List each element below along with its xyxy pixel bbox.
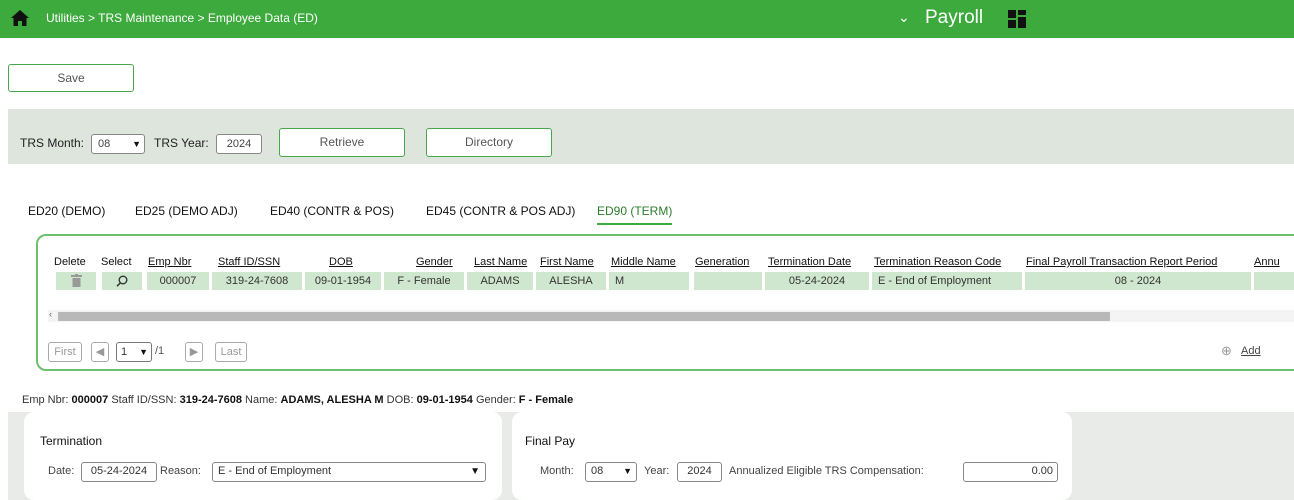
- trs-year-label: TRS Year:: [154, 136, 209, 150]
- save-button[interactable]: Save: [8, 64, 134, 92]
- tab-ed20[interactable]: ED20 (DEMO): [28, 204, 105, 218]
- select-cell[interactable]: [102, 272, 142, 290]
- column-header[interactable]: Last Name: [474, 256, 527, 268]
- termination-date-cell: 05-24-2024: [765, 272, 869, 290]
- chevron-right-icon: ▶: [189, 346, 199, 358]
- month-label: Month:: [540, 465, 574, 477]
- directory-button[interactable]: Directory: [426, 128, 552, 157]
- generation-cell: [694, 272, 762, 290]
- chevron-down-icon[interactable]: ⌄: [898, 9, 910, 26]
- last-page-button[interactable]: Last: [215, 342, 247, 362]
- emp-nbr-cell: 000007: [147, 272, 209, 290]
- tab-ed40[interactable]: ED40 (CONTR & POS): [270, 204, 394, 218]
- date-label: Date:: [48, 465, 75, 477]
- scrollbar-thumb[interactable]: [58, 312, 1110, 321]
- horizontal-scrollbar[interactable]: ‹: [48, 309, 1294, 322]
- first-name-cell: ALESHA: [536, 272, 606, 290]
- prev-page-button[interactable]: ◀: [91, 342, 109, 362]
- final-pay-month-select[interactable]: 08 ▼: [585, 462, 637, 482]
- employee-grid: Delete Select Emp Nbr Staff ID/SSN DOB G…: [36, 234, 1294, 371]
- page-select[interactable]: 1 ▼: [116, 342, 152, 362]
- add-icon[interactable]: ⊕: [1221, 343, 1232, 359]
- filter-bar: TRS Month: 08 ▼ TRS Year: 2024 Retrieve …: [8, 109, 1294, 164]
- termination-reason-select[interactable]: E - End of Employment ▼: [212, 462, 486, 482]
- column-header[interactable]: Gender: [416, 256, 453, 268]
- compensation-label: Annualized Eligible TRS Compensation:: [729, 465, 924, 477]
- column-header[interactable]: DOB: [329, 256, 353, 268]
- year-label: Year:: [644, 465, 670, 477]
- termination-panel: Termination Date: 05-24-2024 Reason: E -…: [24, 412, 502, 500]
- page-count: /1: [155, 345, 165, 357]
- column-header: Delete: [54, 256, 86, 268]
- column-header[interactable]: Termination Reason Code: [874, 256, 1001, 268]
- column-header[interactable]: Final Payroll Transaction Report Period: [1026, 256, 1217, 268]
- trs-month-select[interactable]: 08 ▼: [91, 134, 145, 154]
- scroll-left-icon[interactable]: ‹: [49, 309, 52, 319]
- chevron-down-icon: ▼: [139, 347, 148, 357]
- chevron-down-icon: ▼: [470, 466, 480, 477]
- employee-summary: Emp Nbr: 000007 Staff ID/SSN: 319-24-760…: [22, 394, 574, 406]
- middle-name-cell: M: [609, 272, 689, 290]
- trs-month-label: TRS Month:: [20, 136, 85, 150]
- final-period-cell: 08 - 2024: [1025, 272, 1251, 290]
- top-bar: Utilities > TRS Maintenance > Employee D…: [0, 0, 1294, 38]
- gender-cell: F - Female: [384, 272, 464, 290]
- add-link[interactable]: Add: [1241, 345, 1261, 357]
- tab-ed25[interactable]: ED25 (DEMO ADJ): [135, 204, 238, 218]
- tab-ed90[interactable]: ED90 (TERM): [597, 204, 673, 225]
- staff-id-cell: 319-24-7608: [212, 272, 302, 290]
- chevron-down-icon: ▼: [623, 466, 632, 476]
- tab-ed45[interactable]: ED45 (CONTR & POS ADJ): [426, 204, 575, 218]
- final-pay-panel: Final Pay Month: 08 ▼ Year: 2024 Annuali…: [512, 412, 1072, 500]
- last-name-cell: ADAMS: [467, 272, 533, 290]
- search-icon[interactable]: [116, 275, 128, 287]
- retrieve-button[interactable]: Retrieve: [279, 128, 405, 157]
- delete-cell[interactable]: [56, 272, 96, 290]
- termination-date-input[interactable]: 05-24-2024: [81, 462, 157, 482]
- column-header[interactable]: Emp Nbr: [148, 256, 191, 268]
- app-name: Payroll: [925, 7, 984, 28]
- chevron-left-icon: ◀: [95, 346, 105, 358]
- termination-reason-cell: E - End of Employment: [872, 272, 1022, 290]
- home-icon[interactable]: [10, 9, 30, 27]
- column-header[interactable]: Generation: [695, 256, 749, 268]
- dob-cell: 09-01-1954: [305, 272, 381, 290]
- chevron-down-icon: ▼: [132, 139, 141, 149]
- column-header[interactable]: Middle Name: [611, 256, 676, 268]
- reason-label: Reason:: [160, 465, 201, 477]
- annualized-cell: [1254, 272, 1294, 290]
- final-pay-title: Final Pay: [525, 434, 576, 448]
- app-menu-icon[interactable]: [1007, 9, 1027, 29]
- termination-title: Termination: [40, 434, 103, 448]
- column-header[interactable]: Staff ID/SSN: [218, 256, 280, 268]
- column-header: Select: [101, 256, 132, 268]
- first-page-button[interactable]: First: [48, 342, 82, 362]
- column-header[interactable]: Annu: [1254, 256, 1280, 268]
- trs-year-input[interactable]: 2024: [216, 134, 262, 154]
- breadcrumb[interactable]: Utilities > TRS Maintenance > Employee D…: [46, 11, 318, 25]
- column-header[interactable]: First Name: [540, 256, 594, 268]
- next-page-button[interactable]: ▶: [185, 342, 203, 362]
- compensation-input[interactable]: 0.00: [963, 462, 1058, 482]
- final-pay-year-input[interactable]: 2024: [677, 462, 722, 482]
- column-header[interactable]: Termination Date: [768, 256, 851, 268]
- trash-icon[interactable]: [70, 274, 82, 287]
